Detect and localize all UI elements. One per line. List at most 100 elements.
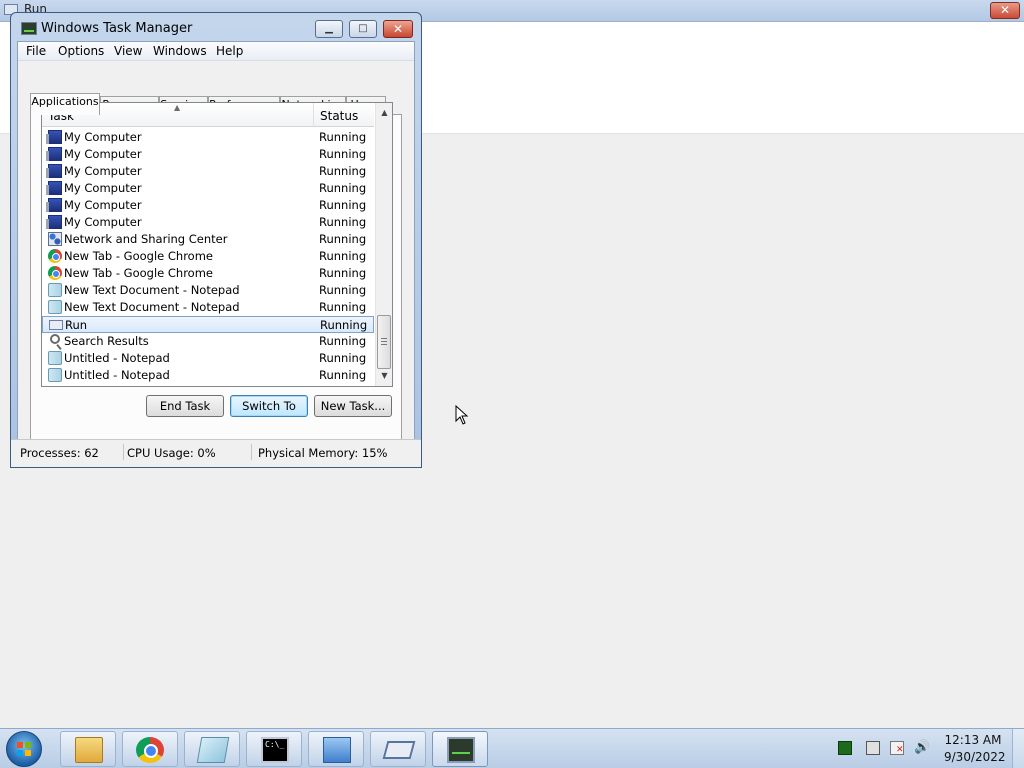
tray-status-icon[interactable] <box>838 741 852 755</box>
system-clock[interactable]: 12:13 AM 9/30/2022 <box>944 732 1006 766</box>
taskbar-chrome-button[interactable] <box>122 731 178 767</box>
task-status: Running <box>319 130 367 144</box>
list-item[interactable]: My Computer Running <box>42 197 374 214</box>
list-item[interactable]: Untitled - Notepad Running <box>42 350 374 367</box>
close-button[interactable]: ✕ <box>383 20 413 38</box>
end-task-button[interactable]: End Task <box>146 395 224 417</box>
taskbar-notepad-button[interactable] <box>184 731 240 767</box>
status-divider <box>251 444 252 460</box>
task-status: Running <box>319 147 367 161</box>
task-status: Running <box>319 181 367 195</box>
list-item-selected[interactable]: Run Running <box>42 316 374 333</box>
tab-applications[interactable]: Applications <box>30 93 100 115</box>
task-status: Running <box>319 283 367 297</box>
notepad-icon <box>48 283 62 297</box>
list-item[interactable]: New Text Document - Notepad Running <box>42 282 374 299</box>
command-prompt-icon <box>261 737 289 763</box>
computer-icon <box>46 198 62 212</box>
task-name: Search Results <box>64 334 149 348</box>
task-name: My Computer <box>64 164 142 178</box>
minimize-button[interactable]: ▁ <box>315 20 343 38</box>
network-icon <box>48 232 62 246</box>
task-rows: My Computer Running My Computer Running My… <box>42 129 374 384</box>
computer-icon <box>46 130 62 144</box>
action-center-icon[interactable] <box>890 741 904 755</box>
task-status: Running <box>319 334 367 348</box>
list-item[interactable]: My Computer Running <box>42 129 374 146</box>
taskbar-explorer-button[interactable] <box>60 731 116 767</box>
window-title: Windows Task Manager <box>41 21 193 36</box>
task-manager-window: Windows Task Manager ▁ □ ✕ File Options … <box>10 12 422 468</box>
notepad-icon <box>48 351 62 365</box>
chrome-icon <box>48 266 62 280</box>
task-status: Running <box>319 198 367 212</box>
network-icon[interactable] <box>866 741 880 755</box>
scroll-down-arrow-icon[interactable]: ▼ <box>376 368 392 384</box>
column-header-status[interactable]: Status <box>320 109 358 123</box>
vertical-scrollbar[interactable]: ▲ ▼ <box>375 103 392 386</box>
task-name: My Computer <box>64 130 142 144</box>
task-manager-icon <box>21 22 37 35</box>
taskbar: 🔊 12:13 AM 9/30/2022 <box>0 728 1024 768</box>
sort-ascending-icon: ▲ <box>174 103 181 112</box>
control-panel-icon <box>323 737 351 763</box>
taskbar-run-button[interactable] <box>370 731 426 767</box>
task-status: Running <box>319 249 367 263</box>
menu-file[interactable]: File <box>26 44 46 58</box>
chrome-icon <box>136 737 164 763</box>
cpu-usage: CPU Usage: 0% <box>127 446 216 460</box>
task-status: Running <box>319 368 367 382</box>
computer-icon <box>46 181 62 195</box>
list-item[interactable]: My Computer Running <box>42 214 374 231</box>
menu-windows[interactable]: Windows <box>153 44 207 58</box>
start-button[interactable] <box>6 731 42 767</box>
task-status: Running <box>319 300 367 314</box>
new-task-button[interactable]: New Task... <box>314 395 392 417</box>
taskbar-task-manager-button[interactable] <box>432 731 488 767</box>
task-status: Running <box>320 318 368 332</box>
task-manager-icon <box>447 737 475 763</box>
list-item[interactable]: New Text Document - Notepad Running <box>42 299 374 316</box>
switch-to-button[interactable]: Switch To <box>230 395 308 417</box>
list-item[interactable]: My Computer Running <box>42 180 374 197</box>
status-bar: Processes: 62 CPU Usage: 0% Physical Mem… <box>11 439 421 467</box>
run-close-button[interactable]: ✕ <box>990 2 1020 19</box>
grip-icon <box>381 338 387 345</box>
computer-icon <box>46 215 62 229</box>
list-item[interactable]: My Computer Running <box>42 146 374 163</box>
task-status: Running <box>319 266 367 280</box>
notepad-icon <box>196 737 230 763</box>
menu-view[interactable]: View <box>114 44 142 58</box>
mouse-pointer-icon <box>455 405 469 425</box>
list-item[interactable]: New Tab - Google Chrome Running <box>42 248 374 265</box>
application-list[interactable]: ▲ Task Status My Computer Running My Comp… <box>41 102 393 387</box>
scroll-up-arrow-icon[interactable]: ▲ <box>376 105 392 121</box>
column-divider[interactable] <box>313 103 314 127</box>
task-name: My Computer <box>64 198 142 212</box>
menu-options[interactable]: Options <box>58 44 104 58</box>
show-desktop-button[interactable] <box>1012 729 1024 768</box>
list-item[interactable]: Network and Sharing Center Running <box>42 231 374 248</box>
task-name: Untitled - Notepad <box>64 351 170 365</box>
list-item[interactable]: Untitled - Notepad Running <box>42 367 374 384</box>
clock-date: 9/30/2022 <box>944 750 1006 764</box>
task-name: Run <box>65 318 88 332</box>
task-manager-titlebar[interactable]: Windows Task Manager ▁ □ ✕ <box>11 13 421 43</box>
maximize-button[interactable]: □ <box>349 20 377 38</box>
list-item[interactable]: My Computer Running <box>42 163 374 180</box>
task-name: My Computer <box>64 147 142 161</box>
list-item[interactable]: New Tab - Google Chrome Running <box>42 265 374 282</box>
taskbar-cmd-button[interactable] <box>246 731 302 767</box>
task-name: Untitled - Notepad <box>64 368 170 382</box>
physical-memory: Physical Memory: 15% <box>258 446 388 460</box>
clock-time: 12:13 AM <box>944 733 1002 747</box>
scrollbar-thumb[interactable] <box>377 315 391 369</box>
menu-help[interactable]: Help <box>216 44 243 58</box>
volume-icon[interactable]: 🔊 <box>914 741 930 755</box>
taskbar-control-panel-button[interactable] <box>308 731 364 767</box>
search-icon <box>50 334 60 344</box>
task-name: My Computer <box>64 181 142 195</box>
task-status: Running <box>319 232 367 246</box>
list-item[interactable]: Search Results Running <box>42 333 374 350</box>
status-divider <box>123 444 124 460</box>
